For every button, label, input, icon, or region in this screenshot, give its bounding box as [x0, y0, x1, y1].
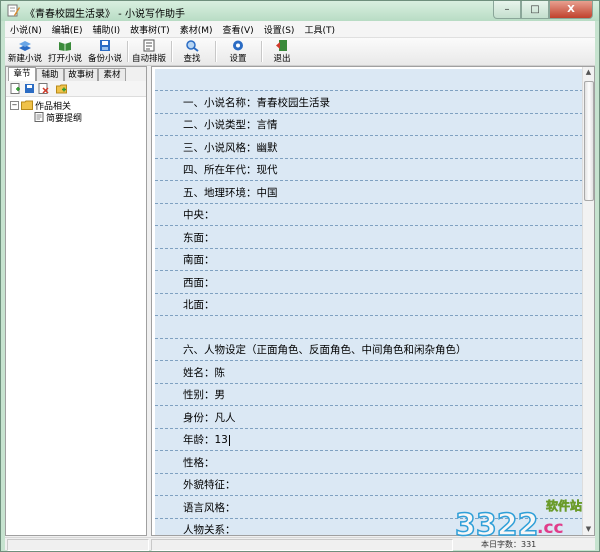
- add-folder-icon[interactable]: [56, 83, 67, 94]
- toolbar: 新建小说 打开小说 备份小说 自动排版 查找 设置 退出: [5, 38, 595, 66]
- editor-line-text: 三、小说风格：幽默: [183, 141, 278, 154]
- tree-item-works[interactable]: − 作品相关: [10, 99, 71, 112]
- editor-page[interactable]: 一、小说名称：青春校园生活录 二、小说类型：言情 三、小说风格：幽默 四、所在年代：现…: [155, 69, 583, 535]
- editor-line-text: 四、所在年代：现代: [183, 164, 278, 176]
- editor-line-text: 中央：: [183, 209, 215, 221]
- editor-line[interactable]: 六、人物设定（正面角色、反面角色、中间角色和闲杂角色）: [155, 339, 583, 361]
- open-novel-icon: [59, 42, 71, 51]
- title-bar[interactable]: 《青春校园生活录》 - 小说写作助手 – □ X: [1, 1, 599, 21]
- menu-assist[interactable]: 辅助(I): [87, 21, 125, 37]
- editor-line[interactable]: 北面：: [155, 294, 583, 316]
- watermark-logo: 3322: [455, 508, 539, 543]
- editor-line[interactable]: 身份：凡人: [155, 407, 583, 429]
- save-chapter-icon[interactable]: [24, 83, 35, 94]
- editor-line[interactable]: 年龄：13: [155, 429, 583, 451]
- editor-line-text: 北面：: [183, 299, 215, 311]
- scroll-up-arrow[interactable]: ▲: [583, 67, 594, 78]
- editor-line[interactable]: [155, 69, 583, 91]
- editor-line[interactable]: 南面：: [155, 249, 583, 271]
- find-button[interactable]: 查找: [177, 39, 207, 64]
- editor-line[interactable]: 二、小说类型：言情: [155, 114, 583, 136]
- menu-edit[interactable]: 编辑(E): [47, 21, 88, 37]
- editor-line-text: 一、小说名称：青春校园生活录: [183, 96, 330, 109]
- editor-line[interactable]: 一、小说名称：青春校园生活录: [155, 92, 583, 114]
- maximize-button[interactable]: □: [521, 1, 549, 19]
- editor-line[interactable]: 性格：: [155, 452, 583, 474]
- editor-line-text: 二、小说类型：言情: [183, 119, 278, 131]
- text-caret: [229, 435, 230, 446]
- scroll-thumb[interactable]: [584, 81, 594, 201]
- tree-item-label: 简要提纲: [46, 113, 83, 124]
- chapter-tools: [6, 81, 146, 97]
- editor-line-text: 南面：: [183, 254, 215, 266]
- folder-icon: [21, 100, 33, 110]
- editor-line-text: 性格：: [183, 456, 215, 469]
- editor-line[interactable]: 四、所在年代：现代: [155, 159, 583, 181]
- backup-novel-icon: [100, 40, 110, 51]
- editor-line-text: 性别：男: [183, 389, 225, 401]
- new-novel-button[interactable]: 新建小说: [7, 39, 43, 64]
- close-button[interactable]: X: [549, 1, 593, 19]
- collapse-toggle[interactable]: −: [10, 100, 19, 110]
- add-chapter-icon[interactable]: [10, 83, 21, 94]
- app-window: 《青春校园生活录》 - 小说写作助手 – □ X 小说(N) 编辑(E) 辅助(…: [0, 0, 600, 552]
- new-novel-icon: [19, 41, 31, 51]
- editor-line-text: 语言风格：: [183, 501, 236, 514]
- menu-story-tree[interactable]: 故事树(T): [125, 21, 175, 37]
- editor-line-text: 身份：凡人: [183, 411, 236, 424]
- editor-line-text: 外貌特征：: [183, 479, 236, 491]
- chapter-panel: 章节 辅助 故事树 素材 − 作品相关 简要提纲: [5, 66, 147, 536]
- menu-novel[interactable]: 小说(N): [5, 21, 47, 37]
- auto-layout-icon: [143, 39, 155, 52]
- menu-settings[interactable]: 设置(S): [259, 21, 300, 37]
- tab-story-tree[interactable]: 故事树: [64, 68, 98, 81]
- menu-tools[interactable]: 工具(T): [299, 21, 340, 37]
- panel-tabs: 章节 辅助 故事树 素材: [6, 67, 146, 82]
- tab-chapters[interactable]: 章节: [8, 67, 36, 81]
- tree-item-outline[interactable]: 简要提纲: [34, 111, 83, 124]
- editor-line[interactable]: 西面：: [155, 272, 583, 294]
- auto-layout-button[interactable]: 自动排版: [131, 39, 167, 64]
- app-icon: [7, 4, 20, 17]
- tab-material[interactable]: 素材: [98, 68, 126, 81]
- menu-view[interactable]: 查看(V): [218, 21, 259, 37]
- editor-line-text: 五、地理环境：中国: [183, 186, 278, 199]
- editor-line[interactable]: 姓名：陈: [155, 362, 583, 384]
- window-title: 《青春校园生活录》 - 小说写作助手: [25, 9, 185, 20]
- document-icon: [34, 112, 44, 122]
- exit-icon: [276, 40, 287, 51]
- editor-line[interactable]: 东面：: [155, 227, 583, 249]
- backup-novel-button[interactable]: 备份小说: [87, 39, 123, 64]
- tab-assist[interactable]: 辅助: [36, 68, 64, 81]
- editor-line[interactable]: 性别：男: [155, 384, 583, 406]
- client-area: 小说(N) 编辑(E) 辅助(I) 故事树(T) 素材(M) 查看(V) 设置(…: [5, 21, 595, 551]
- editor-line[interactable]: 五、地理环境：中国: [155, 182, 583, 204]
- find-icon: [186, 40, 199, 52]
- watermark-domain: .cc: [537, 518, 564, 538]
- exit-button[interactable]: 退出: [267, 39, 297, 64]
- watermark-site: 软件站: [546, 498, 582, 513]
- vertical-scrollbar[interactable]: ▲ ▼: [582, 67, 594, 535]
- editor-line[interactable]: 外貌特征：: [155, 474, 583, 496]
- menu-bar: 小说(N) 编辑(E) 辅助(I) 故事树(T) 素材(M) 查看(V) 设置(…: [5, 21, 595, 38]
- settings-icon: [233, 40, 243, 51]
- editor-line[interactable]: [155, 317, 583, 339]
- menu-material[interactable]: 素材(M): [175, 21, 218, 37]
- editor-line[interactable]: 三、小说风格：幽默: [155, 137, 583, 159]
- site-watermark: 3322 软件站 .cc: [454, 498, 582, 544]
- text-editor[interactable]: 一、小说名称：青春校园生活录 二、小说类型：言情 三、小说风格：幽默 四、所在年代：现…: [151, 66, 595, 536]
- status-panel-middle: [151, 539, 453, 551]
- editor-line-text: 西面：: [183, 276, 215, 289]
- status-panel-left: [7, 539, 149, 551]
- delete-chapter-icon[interactable]: [38, 83, 49, 94]
- settings-button[interactable]: 设置: [223, 39, 253, 64]
- minimize-button[interactable]: –: [493, 1, 521, 19]
- editor-line-text: 六、人物设定（正面角色、反面角色、中间角色和闲杂角色）: [183, 344, 467, 356]
- editor-line-text: 姓名：陈: [183, 366, 225, 379]
- editor-line-text: 人物关系：: [183, 524, 236, 536]
- editor-line-text: 东面：: [183, 231, 215, 244]
- editor-line[interactable]: 中央：: [155, 204, 583, 226]
- editor-line-text: 年龄：13: [183, 434, 228, 446]
- open-novel-button[interactable]: 打开小说: [47, 39, 83, 64]
